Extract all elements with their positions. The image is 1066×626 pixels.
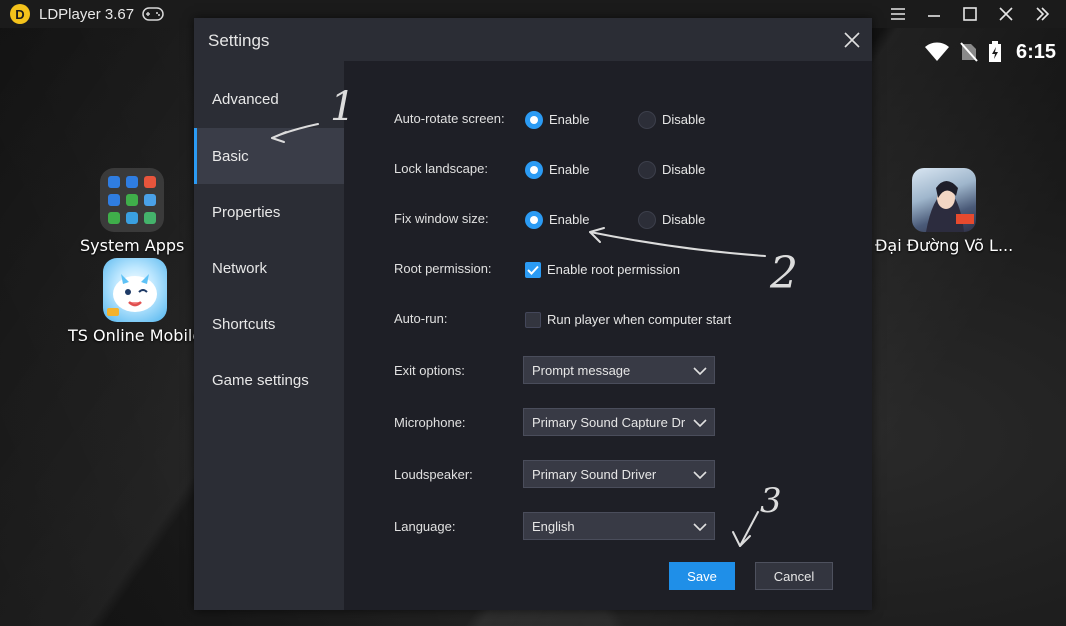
- minimize-icon: [928, 15, 940, 17]
- exit-options-value: Prompt message: [532, 362, 631, 378]
- ts-online-mobile-icon: [103, 258, 168, 322]
- gamepad-icon[interactable]: [142, 7, 164, 21]
- minimize-button[interactable]: [916, 0, 952, 28]
- sidebar-item-shortcuts[interactable]: Shortcuts: [194, 296, 344, 352]
- root-permission-label: Root permission:: [394, 261, 492, 276]
- fix-window-disable-radio[interactable]: [638, 211, 656, 229]
- autorotate-label: Auto-rotate screen:: [394, 111, 505, 126]
- fix-window-enable-label[interactable]: Enable: [549, 212, 589, 227]
- desktop-app-ts-online[interactable]: TS Online Mobile: [68, 258, 202, 345]
- settings-content: Auto-rotate screen: Enable Disable Lock …: [344, 61, 872, 610]
- android-status-bar: 6:15: [924, 38, 1056, 66]
- app-label: System Apps: [80, 236, 185, 255]
- system-apps-folder-icon: [100, 168, 165, 232]
- desktop-app-system-apps[interactable]: System Apps: [80, 168, 184, 255]
- cancel-button[interactable]: Cancel: [755, 562, 833, 590]
- collapse-sidebar-button[interactable]: [1024, 0, 1060, 28]
- double-chevron-right-icon: [1036, 7, 1050, 21]
- status-time: 6:15: [1015, 40, 1056, 63]
- exit-options-label: Exit options:: [394, 363, 465, 378]
- maximize-icon: [963, 7, 977, 21]
- close-icon: [844, 32, 860, 48]
- fix-window-label: Fix window size:: [394, 211, 489, 226]
- warrior-portrait-icon: [926, 181, 975, 232]
- root-permission-option-label[interactable]: Enable root permission: [547, 262, 680, 277]
- language-label: Language:: [394, 519, 456, 534]
- fix-window-enable-radio[interactable]: [525, 211, 543, 229]
- sidebar-item-label: Network: [212, 259, 268, 277]
- settings-sidebar: Advanced Basic Properties Network Shortc…: [194, 61, 344, 610]
- autorun-checkbox[interactable]: [525, 312, 541, 328]
- hamburger-menu-icon: [891, 8, 905, 20]
- lock-landscape-disable-label[interactable]: Disable: [662, 162, 705, 177]
- close-icon: [999, 7, 1013, 21]
- autorun-label: Auto-run:: [394, 311, 448, 326]
- autorun-option-label[interactable]: Run player when computer start: [547, 312, 731, 327]
- sidebar-item-basic[interactable]: Basic: [194, 128, 344, 184]
- autorotate-enable-radio[interactable]: [525, 111, 543, 129]
- app-label: Đại Đường Võ L...: [875, 236, 1014, 255]
- no-sim-icon: [960, 42, 978, 62]
- sidebar-item-advanced[interactable]: Advanced: [194, 71, 344, 127]
- root-permission-checkbox[interactable]: [525, 262, 541, 278]
- dialog-title: Settings: [208, 31, 270, 50]
- lock-landscape-enable-label[interactable]: Enable: [549, 162, 589, 177]
- exit-options-select[interactable]: Prompt message: [523, 356, 715, 384]
- app-label: TS Online Mobile: [68, 326, 203, 345]
- autorotate-disable-label[interactable]: Disable: [662, 112, 705, 127]
- app-title: LDPlayer 3.67: [39, 5, 135, 23]
- fix-window-disable-label[interactable]: Disable: [662, 212, 705, 227]
- ldplayer-logo-icon: D: [10, 4, 30, 24]
- save-button[interactable]: Save: [669, 562, 735, 590]
- sidebar-item-properties[interactable]: Properties: [194, 184, 344, 240]
- wifi-icon: [924, 42, 949, 61]
- dialog-close-button[interactable]: [840, 28, 864, 52]
- microphone-label: Microphone:: [394, 415, 466, 430]
- microphone-select[interactable]: Primary Sound Capture Dr: [523, 408, 715, 436]
- mascot-icon: [107, 274, 158, 316]
- menu-button[interactable]: [880, 0, 916, 28]
- battery-charging-icon: [988, 41, 1001, 62]
- microphone-value: Primary Sound Capture Dr: [532, 414, 686, 430]
- language-select[interactable]: English: [523, 512, 715, 540]
- sidebar-item-network[interactable]: Network: [194, 240, 344, 296]
- dai-duong-game-icon: [912, 168, 977, 232]
- close-window-button[interactable]: [988, 0, 1024, 28]
- settings-dialog: Settings Advanced Basic Properties Netwo…: [194, 18, 872, 610]
- sidebar-item-label: Properties: [212, 203, 281, 221]
- loudspeaker-label: Loudspeaker:: [394, 467, 473, 482]
- dialog-header: Settings: [194, 18, 872, 61]
- sidebar-item-label: Game settings: [212, 371, 309, 389]
- sidebar-item-label: Basic: [212, 147, 249, 165]
- chevron-down-icon: [693, 523, 707, 532]
- autorotate-disable-radio[interactable]: [638, 111, 656, 129]
- sidebar-item-label: Shortcuts: [212, 315, 276, 333]
- maximize-button[interactable]: [952, 0, 988, 28]
- language-value: English: [532, 518, 575, 534]
- lock-landscape-disable-radio[interactable]: [638, 161, 656, 179]
- sidebar-item-game-settings[interactable]: Game settings: [194, 352, 344, 408]
- sidebar-item-label: Advanced: [212, 90, 279, 108]
- chevron-down-icon: [693, 471, 707, 480]
- loudspeaker-select[interactable]: Primary Sound Driver: [523, 460, 715, 488]
- desktop-app-dai-duong[interactable]: Đại Đường Võ L...: [875, 168, 1013, 255]
- lock-landscape-enable-radio[interactable]: [525, 161, 543, 179]
- autorotate-enable-label[interactable]: Enable: [549, 112, 589, 127]
- chevron-down-icon: [693, 367, 707, 376]
- lock-landscape-label: Lock landscape:: [394, 161, 488, 176]
- loudspeaker-value: Primary Sound Driver: [532, 466, 657, 482]
- checkmark-icon: [527, 265, 539, 275]
- chevron-down-icon: [693, 419, 707, 428]
